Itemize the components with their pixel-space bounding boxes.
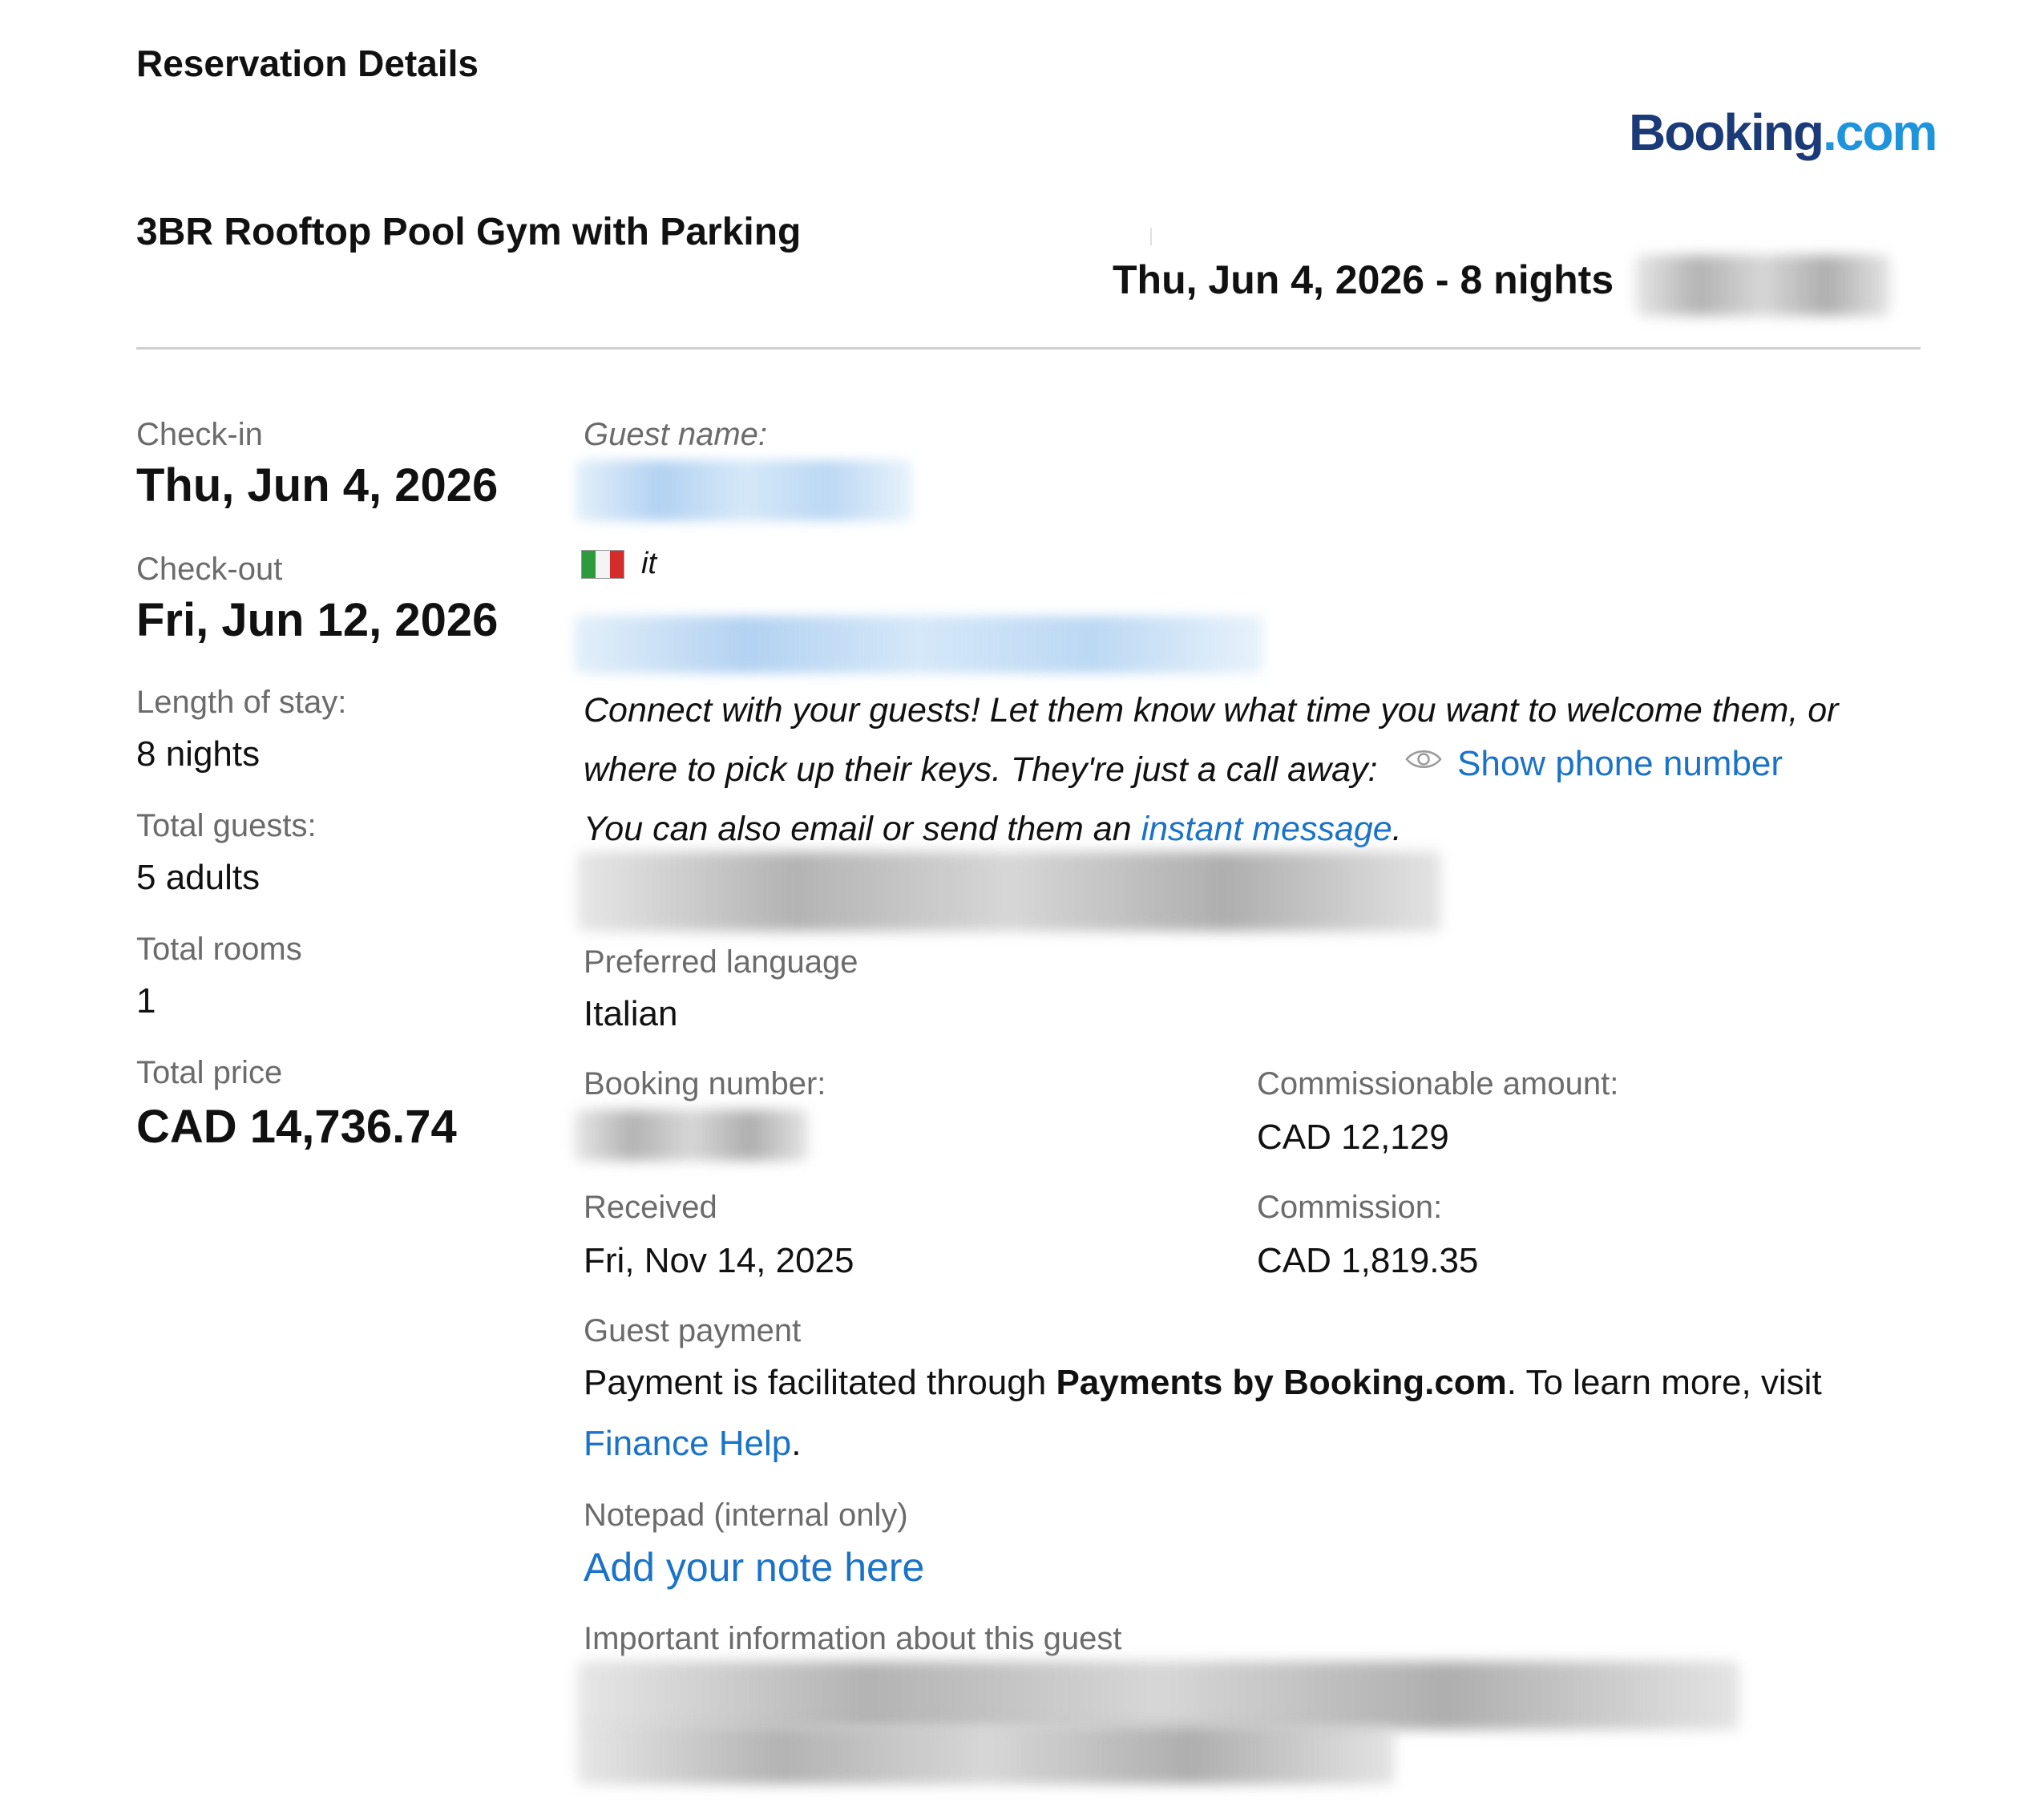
redacted-important-info-line2 <box>577 1725 1395 1785</box>
commission-label: Commission: <box>1257 1190 1443 1225</box>
received-label: Received <box>584 1190 717 1225</box>
checkout-value: Fri, Jun 12, 2026 <box>136 594 499 646</box>
booking-logo: Booking.com <box>1629 103 1937 162</box>
eye-icon[interactable] <box>1405 747 1442 775</box>
country-code: it <box>641 547 656 580</box>
email-message-line: You can also email or send them an insta… <box>584 810 1402 849</box>
price-label: Total price <box>136 1055 283 1090</box>
important-info-label: Important information about this guest <box>584 1621 1122 1656</box>
instant-message-link[interactable]: instant message <box>1141 810 1392 848</box>
divider <box>136 347 1921 350</box>
redacted-guest-details <box>577 851 1441 932</box>
show-phone-link[interactable]: Show phone number <box>1457 744 1783 784</box>
guests-label: Total guests: <box>136 808 317 843</box>
commissionable-value: CAD 12,129 <box>1257 1118 1449 1157</box>
property-name: 3BR Rooftop Pool Gym with Parking <box>136 211 802 253</box>
received-value: Fri, Nov 14, 2025 <box>584 1241 854 1280</box>
logo-part-booking: Booking <box>1629 103 1824 161</box>
length-value: 8 nights <box>136 734 261 774</box>
stay-summary: Thu, Jun 4, 2026 - 8 nights <box>1113 257 1614 302</box>
checkin-label: Check-in <box>136 417 263 452</box>
checkout-label: Check-out <box>136 552 283 587</box>
payment-text: Payment is facilitated through Payments … <box>584 1363 1822 1403</box>
logo-part-com: .com <box>1822 103 1937 161</box>
add-note-link[interactable]: Add your note here <box>584 1544 924 1591</box>
page-title: Reservation Details <box>136 42 479 84</box>
payment-bold: Payments by Booking.com <box>1056 1363 1507 1402</box>
notepad-label: Notepad (internal only) <box>584 1498 908 1533</box>
rooms-value: 1 <box>136 981 156 1021</box>
finance-suffix: . <box>791 1424 802 1463</box>
price-value: CAD 14,736.74 <box>136 1101 457 1153</box>
separator-mark <box>1150 228 1152 245</box>
finance-help-line: Finance Help. <box>584 1424 802 1464</box>
guests-value: 5 adults <box>136 858 261 897</box>
commissionable-label: Commissionable amount: <box>1257 1066 1619 1102</box>
commission-value: CAD 1,819.35 <box>1257 1241 1479 1280</box>
preferred-language-label: Preferred language <box>584 944 858 980</box>
email-suffix: . <box>1392 810 1402 848</box>
redacted-booking-number <box>574 1110 808 1161</box>
payment-prefix: Payment is facilitated through <box>584 1363 1056 1402</box>
redacted-header-info <box>1635 255 1890 316</box>
redacted-important-info <box>577 1661 1739 1730</box>
email-prefix: You can also email or send them an <box>584 810 1141 848</box>
redacted-guest-name <box>576 460 912 521</box>
payment-suffix: . To learn more, visit <box>1506 1363 1822 1402</box>
preferred-language-value: Italian <box>584 994 678 1033</box>
guest-name-label: Guest name: <box>584 417 768 452</box>
checkin-value: Thu, Jun 4, 2026 <box>136 459 499 511</box>
rooms-label: Total rooms <box>136 932 302 967</box>
finance-help-link[interactable]: Finance Help <box>584 1424 791 1463</box>
length-label: Length of stay: <box>136 685 347 720</box>
italy-flag-icon <box>581 550 624 579</box>
guest-payment-label: Guest payment <box>584 1313 802 1348</box>
booking-number-label: Booking number: <box>584 1066 826 1102</box>
connect-line-2: where to pick up their keys. They're jus… <box>584 750 1378 789</box>
redacted-guest-email <box>574 616 1263 673</box>
connect-line-1: Connect with your guests! Let them know … <box>584 691 1839 730</box>
